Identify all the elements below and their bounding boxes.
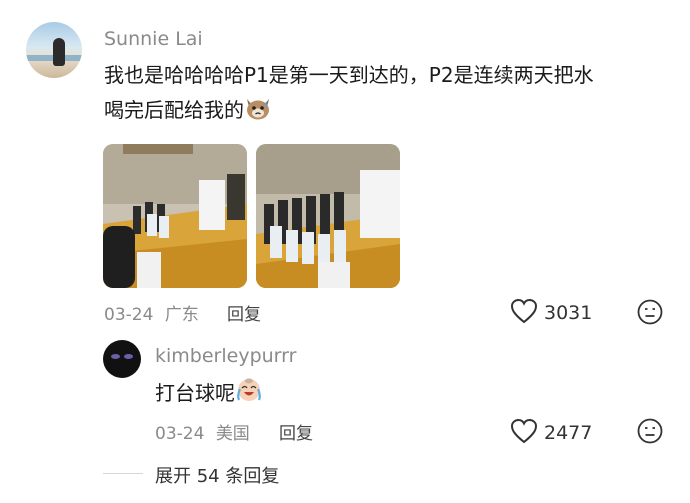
comment-text-line: 喝完后配给我的 [104,93,674,132]
like-button[interactable]: 3031 [510,298,592,328]
like-button[interactable]: 2477 [510,418,592,448]
heart-icon [510,298,538,328]
dislike-face-icon[interactable] [637,418,663,448]
crying-laugh-emoji [235,376,263,415]
expand-replies-button[interactable]: 展开 54 条回复 [155,462,279,488]
reply-button[interactable]: 回复 [279,419,313,444]
like-count: 3031 [544,302,593,324]
comment-location: 美国 [215,424,250,444]
comment-text-line: 我也是哈哈哈哈P1是第一天到达的，P2是连续两天把水 [104,63,594,87]
comment-text: 打台球呢 [155,376,263,415]
comment-photo-2[interactable] [256,144,400,288]
cat-sweat-emoji [244,95,272,132]
avatar[interactable] [26,22,82,78]
comment-date: 03-24 [155,424,205,444]
comment-username[interactable]: kimberleypurrr [155,345,296,367]
comment-date: 03-24 [104,305,154,325]
comment-location: 广东 [164,305,199,325]
comment-meta: 03-24 美国 [155,419,250,444]
comment-photo-1[interactable] [103,144,247,288]
dislike-face-icon[interactable] [637,299,663,329]
comment-text: 我也是哈哈哈哈P1是第一天到达的，P2是连续两天把水 喝完后配给我的 [104,58,674,132]
comment-text-segment: 喝完后配给我的 [104,98,244,122]
comment-meta: 03-24 广东 [104,300,199,325]
heart-icon [510,418,538,448]
reply-button[interactable]: 回复 [227,300,261,325]
comment-text-segment: 打台球呢 [155,381,235,405]
avatar[interactable] [103,340,141,378]
comment-username[interactable]: Sunnie Lai [104,28,203,50]
divider [103,473,143,474]
like-count: 2477 [544,422,593,444]
